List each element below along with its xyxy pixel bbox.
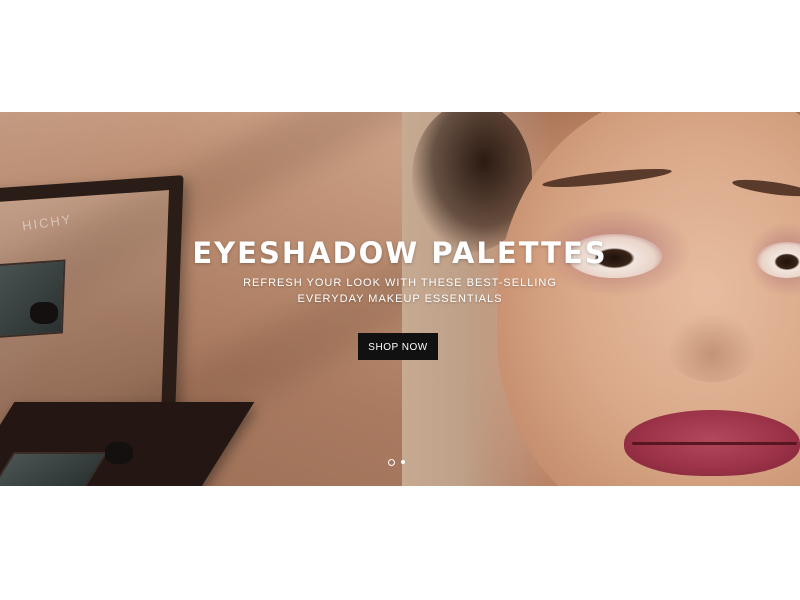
hero-subline: EVERYDAY MAKEUP ESSENTIALS [297,293,503,305]
hero-headline: EYESHADOW PALETTES [192,236,608,270]
hero-banner[interactable]: HICHY EYESHADOW PALETTES REFRESH YOUR LO… [0,112,800,486]
shop-now-button[interactable]: SHOP NOW [358,333,438,360]
hero-content: EYESHADOW PALETTES REFRESH YOUR LOOK WIT… [0,112,800,486]
page: HICHY EYESHADOW PALETTES REFRESH YOUR LO… [0,0,800,600]
hero-subline: REFRESH YOUR LOOK WITH THESE BEST-SELLIN… [243,277,557,289]
carousel-dot[interactable] [401,460,405,464]
carousel-dot-active[interactable] [388,458,395,466]
carousel-indicators [388,457,405,467]
